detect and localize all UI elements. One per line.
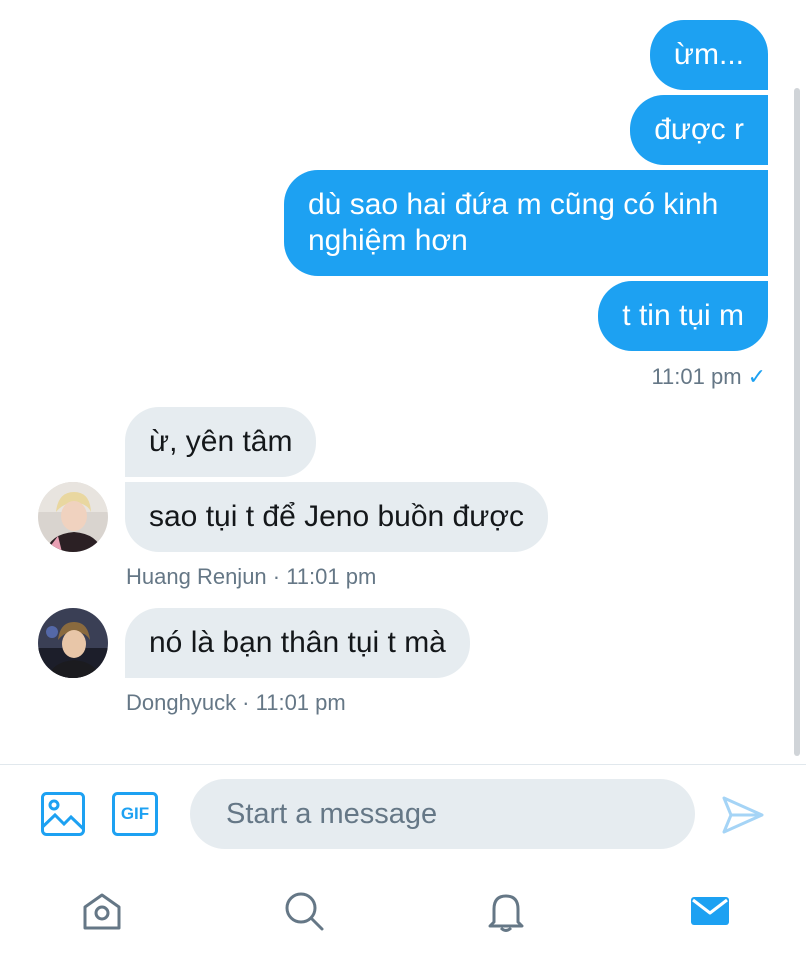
check-icon: ✓: [747, 364, 766, 389]
image-icon[interactable]: [40, 791, 86, 837]
avatar-donghyuck[interactable]: [38, 608, 108, 678]
bell-icon: [488, 894, 524, 932]
outgoing-timestamp: 11:01 pm ✓: [651, 364, 766, 390]
tab-home[interactable]: [77, 886, 127, 936]
outgoing-message[interactable]: t tin tụi m: [598, 281, 768, 351]
message-text: nó là bạn thân tụi t mà: [149, 626, 446, 659]
incoming-message[interactable]: ừ, yên tâm: [125, 407, 317, 477]
sender-meta: Donghyuck · 11:01 pm: [126, 690, 346, 715]
gif-label: GIF: [120, 804, 150, 823]
message-text: dù sao hai đứa m cũng có kinh nghiệm hơn: [308, 188, 719, 257]
message-text: ừ, yên tâm: [149, 425, 293, 458]
sender-meta: Huang Renjun · 11:01 pm: [126, 564, 377, 589]
scrollbar[interactable]: [794, 88, 800, 756]
message-input[interactable]: [190, 779, 695, 849]
home-icon: [83, 893, 121, 930]
message-text: t tin tụi m: [622, 299, 744, 332]
mail-icon: [691, 897, 729, 925]
message-input-wrapper: [190, 779, 695, 849]
outgoing-message[interactable]: được r: [630, 95, 768, 165]
search-icon: [285, 892, 324, 931]
outgoing-message[interactable]: dù sao hai đứa m cũng có kinh nghiệm hơn: [284, 170, 768, 276]
message-text: được r: [654, 113, 744, 146]
message-composer: GIF: [0, 765, 806, 865]
send-icon[interactable]: [720, 793, 766, 837]
outgoing-message[interactable]: ừm...: [649, 20, 768, 90]
message-thread[interactable]: ừm... được r dù sao hai đứa m cũng có ki…: [0, 0, 806, 762]
avatar-huang-renjun[interactable]: [38, 482, 108, 552]
incoming-message[interactable]: sao tụi t để Jeno buồn được: [125, 482, 548, 552]
timestamp-text: 11:01 pm: [651, 364, 742, 389]
tab-notifications[interactable]: [481, 886, 531, 936]
bottom-tab-bar: [0, 868, 806, 960]
tab-search[interactable]: [279, 886, 329, 936]
tab-messages[interactable]: [685, 886, 735, 936]
message-text: ừm...: [673, 38, 744, 71]
incoming-message[interactable]: nó là bạn thân tụi t mà: [125, 608, 470, 678]
gif-button[interactable]: GIF: [112, 792, 158, 836]
message-text: sao tụi t để Jeno buồn được: [149, 500, 524, 533]
